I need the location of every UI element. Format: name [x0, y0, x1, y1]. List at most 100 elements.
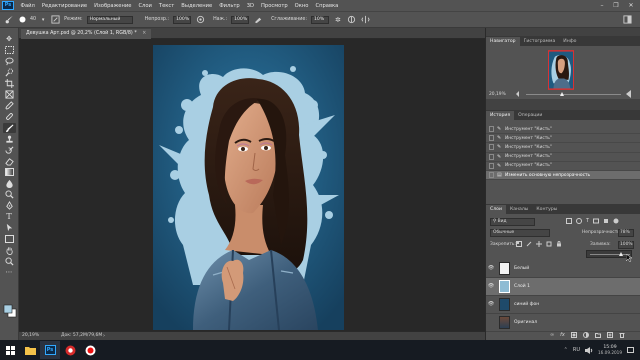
new-layer-icon[interactable] [606, 332, 613, 338]
history-row[interactable]: ✎ Инструмент "Кисть" [486, 125, 640, 135]
close-tab-icon[interactable]: × [142, 31, 146, 36]
layer-style-icon[interactable]: fx [560, 332, 565, 338]
menu-select[interactable]: Выделение [178, 3, 216, 9]
opacity-slider-track[interactable] [590, 254, 630, 255]
tab-info[interactable]: Инфо [559, 37, 580, 46]
layer-name[interactable]: Оригинал [514, 320, 537, 325]
keyboard-lang[interactable]: RU [573, 347, 580, 353]
pressure-opacity-icon[interactable] [195, 15, 205, 25]
type-tool-icon[interactable]: T [3, 212, 16, 223]
healing-brush-tool-icon[interactable] [3, 112, 16, 123]
smoothing-field[interactable]: 10% [310, 15, 329, 24]
pressure-size-icon[interactable] [347, 15, 357, 25]
eyedropper-tool-icon[interactable] [3, 101, 16, 112]
gradient-tool-icon[interactable] [3, 167, 16, 178]
filter-toggle-icon[interactable] [613, 218, 619, 224]
pen-tool-icon[interactable] [3, 200, 16, 211]
visibility-eye-icon[interactable]: 👁 [486, 265, 496, 271]
tab-navigator[interactable]: Навигатор [486, 37, 520, 46]
lock-pixels-icon[interactable] [526, 241, 532, 247]
brush-panel-icon[interactable] [50, 15, 60, 25]
adjustment-layer-icon[interactable] [582, 332, 589, 338]
layer-name[interactable]: Белый [514, 266, 529, 271]
clone-stamp-tool-icon[interactable] [3, 134, 16, 145]
menu-edit[interactable]: Редактирование [38, 3, 90, 9]
navigator-thumbnail[interactable] [548, 50, 574, 90]
layer-opacity-field[interactable]: 78% [618, 229, 634, 237]
smoothing-settings-gear-icon[interactable]: ✲ [333, 15, 343, 25]
history-row[interactable]: ✎ Инструмент "Кисть" [486, 162, 640, 171]
crop-tool-icon[interactable] [3, 78, 16, 89]
chevron-down-icon[interactable]: ▾ [40, 15, 46, 25]
history-row-selected[interactable]: ▤ Изменить основную непрозрачность [486, 170, 640, 181]
zoom-tool-icon[interactable] [3, 256, 16, 267]
layer-name[interactable]: Слой 1 [514, 284, 530, 289]
visibility-eye-icon[interactable]: 👁 [486, 283, 496, 289]
menu-3d[interactable]: 3D [243, 3, 257, 9]
color-swatches[interactable] [3, 304, 17, 318]
layer-row-selected[interactable]: 👁 Слой 1 [486, 278, 640, 296]
menu-window[interactable]: Окно [291, 3, 312, 9]
notifications-icon[interactable] [627, 346, 634, 354]
filter-adjustment-icon[interactable] [576, 218, 582, 224]
workspace-icon[interactable] [622, 15, 632, 25]
document-tab[interactable]: Девушка Арт.psd @ 20,2% (Слой 1, RGB/8) … [21, 29, 152, 39]
more-tools-icon[interactable]: ⋯ [3, 267, 16, 278]
explorer-folder-icon[interactable] [20, 341, 40, 359]
opacity-field[interactable]: 100% [173, 15, 192, 24]
menu-filter[interactable]: Фильтр [216, 3, 244, 9]
maximize-icon[interactable]: ❐ [610, 1, 622, 10]
tab-layers[interactable]: Слои [486, 205, 506, 214]
layer-row-original[interactable]: Оригинал [486, 314, 640, 332]
history-row[interactable]: ✎ Инструмент "Кисть" [486, 153, 640, 162]
move-tool-icon[interactable]: ✥ [3, 34, 16, 45]
brush-tool-icon[interactable] [2, 122, 16, 134]
lock-artboard-icon[interactable] [546, 241, 552, 247]
menu-file[interactable]: Файл [17, 3, 38, 9]
lock-all-icon[interactable] [556, 241, 562, 247]
blur-tool-icon[interactable] [3, 178, 16, 189]
brush-preset-dot-icon[interactable] [18, 15, 26, 25]
airbrush-icon[interactable] [253, 15, 263, 25]
lasso-tool-icon[interactable] [3, 56, 16, 67]
filter-pixel-icon[interactable] [566, 218, 572, 224]
menu-view[interactable]: Просмотр [258, 3, 292, 9]
tab-history[interactable]: История [486, 111, 515, 120]
photoshop-taskbar-icon[interactable]: Ps [40, 341, 60, 359]
menu-help[interactable]: Справка [312, 3, 342, 9]
media-player-icon[interactable] [60, 341, 80, 359]
fill-field[interactable]: 100% [618, 241, 634, 249]
hand-tool-icon[interactable] [3, 245, 16, 256]
marquee-tool-icon[interactable] [3, 45, 16, 56]
blend-mode-select[interactable]: Обычные [490, 229, 550, 237]
navigator-zoom[interactable]: 20,19% [489, 92, 506, 97]
clock[interactable]: 15:09 16.09.2019 [598, 345, 622, 355]
lock-transparency-icon[interactable] [516, 241, 522, 247]
tab-channels[interactable]: Каналы [506, 205, 532, 214]
rectangle-tool-icon[interactable] [3, 234, 16, 245]
artwork-canvas[interactable] [153, 45, 344, 330]
menu-text[interactable]: Текст [155, 3, 177, 9]
filter-text-icon[interactable]: T [586, 218, 589, 224]
history-row[interactable]: ✎ Инструмент "Кисть" [486, 143, 640, 153]
layer-row-white[interactable]: 👁 Белый [486, 260, 640, 278]
layer-name[interactable]: синий фон [514, 302, 539, 307]
quick-selection-tool-icon[interactable] [3, 67, 16, 78]
recorder-icon[interactable] [80, 341, 100, 359]
frame-tool-icon[interactable] [3, 89, 16, 100]
lock-position-icon[interactable] [536, 241, 542, 247]
history-brush-tool-icon[interactable] [3, 145, 16, 156]
opacity-slider-handle[interactable] [619, 252, 623, 256]
zoom-slider-handle[interactable] [560, 92, 564, 96]
eraser-tool-icon[interactable] [3, 156, 16, 167]
menu-image[interactable]: Изображение [91, 3, 135, 9]
menu-layers[interactable]: Слои [135, 3, 155, 9]
filter-shape-icon[interactable] [593, 218, 600, 224]
tray-chevron-icon[interactable]: ⌃ [564, 347, 568, 353]
filter-smart-icon[interactable] [603, 218, 609, 224]
symmetry-icon[interactable] [361, 15, 371, 25]
history-row[interactable]: ✎ Инструмент "Кисть" [486, 134, 640, 144]
tab-actions[interactable]: Операции [514, 111, 546, 120]
zoom-out-icon[interactable] [516, 91, 522, 97]
delete-layer-trash-icon[interactable] [619, 332, 625, 338]
